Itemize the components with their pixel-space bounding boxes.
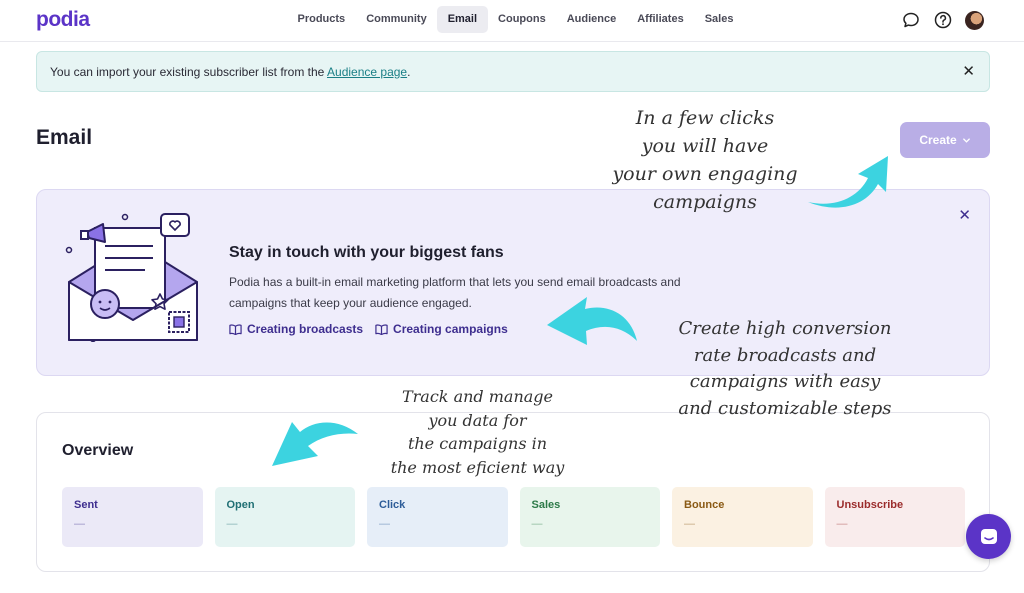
close-icon[interactable]: ✕ xyxy=(962,64,975,79)
banner-text: You can import your existing subscriber … xyxy=(50,65,410,79)
stat-open: Open — xyxy=(214,487,355,547)
nav-item-email[interactable]: Email xyxy=(437,6,488,33)
live-chat-button[interactable] xyxy=(966,514,1011,559)
stat-bounce: Bounce — xyxy=(672,487,813,547)
stat-value: — xyxy=(684,518,695,530)
user-avatar[interactable] xyxy=(965,10,984,30)
promo-title: Stay in touch with your biggest fans xyxy=(229,244,504,261)
stat-sales: Sales — xyxy=(519,487,660,547)
stat-value: — xyxy=(531,518,543,530)
import-banner: You can import your existing subscriber … xyxy=(36,51,990,92)
creating-broadcasts-link[interactable]: Creating broadcasts xyxy=(229,322,363,336)
stat-label: Bounce xyxy=(684,499,725,511)
arrow-to-links-icon xyxy=(547,297,637,345)
promo-links: Creating broadcasts Creating campaigns xyxy=(229,322,508,336)
stat-sent: Sent — xyxy=(62,487,203,547)
top-icons xyxy=(901,10,984,30)
overview-title: Overview xyxy=(62,442,134,459)
promo-description: Podia has a built-in email marketing pla… xyxy=(229,275,681,310)
stat-value: — xyxy=(74,518,85,530)
stat-label: Sales xyxy=(531,499,561,511)
stat-value: — xyxy=(379,518,390,530)
stat-label: Unsubscribe xyxy=(836,499,904,511)
annotation-line: Track and manage xyxy=(401,387,554,406)
annotation-line: your own engaging xyxy=(612,163,798,185)
creating-campaigns-link[interactable]: Creating campaigns xyxy=(375,322,508,336)
annotation-line: the campaigns in xyxy=(407,434,548,453)
create-button[interactable]: Create xyxy=(900,122,990,158)
audience-page-link[interactable]: Audience page xyxy=(327,65,407,79)
envelope-illustration xyxy=(65,212,205,348)
annotation-line: In a few clicks xyxy=(635,107,775,129)
annotation-line: campaigns xyxy=(653,191,757,213)
stat-label: Open xyxy=(226,499,255,511)
annotation-line: campaigns with easy xyxy=(689,371,881,392)
banner-suffix: . xyxy=(407,65,411,79)
creating-campaigns-label: Creating campaigns xyxy=(393,322,508,336)
create-button-label: Create xyxy=(919,133,957,147)
annotation-create: In a few clicks you will have your own e… xyxy=(600,104,810,216)
annotation-line: and customizable steps xyxy=(678,397,892,419)
help-icon[interactable] xyxy=(933,10,953,30)
chevron-down-icon xyxy=(962,137,970,143)
stat-unsubscribe: Unsubscribe — xyxy=(824,487,965,547)
stats-row: Sent — Open — Click — Sales — Bounce — U… xyxy=(62,487,965,547)
nav-item-community[interactable]: Community xyxy=(356,6,438,33)
chat-icon xyxy=(980,528,997,544)
annotation-line: the most eficient way xyxy=(390,457,565,477)
annotation-overview: Track and manage you data for the campai… xyxy=(370,385,585,479)
nav-item-coupons[interactable]: Coupons xyxy=(488,6,557,33)
top-navigation: podia Products Community Email Coupons A… xyxy=(0,0,1024,42)
creating-broadcasts-label: Creating broadcasts xyxy=(247,322,364,336)
chat-bubble-icon[interactable] xyxy=(901,10,921,30)
arrow-to-create-icon xyxy=(808,156,888,208)
stat-value: — xyxy=(226,518,238,530)
stat-label: Sent xyxy=(74,499,98,511)
arrow-to-overview-icon xyxy=(272,422,358,466)
nav-item-sales[interactable]: Sales xyxy=(694,6,744,33)
stat-value: — xyxy=(836,518,848,530)
annotation-line: rate broadcasts and xyxy=(693,344,877,366)
nav-item-products[interactable]: Products xyxy=(287,6,356,33)
main-nav: Products Community Email Coupons Audienc… xyxy=(287,6,744,33)
annotation-line: you will have xyxy=(641,135,769,157)
book-icon xyxy=(375,324,388,335)
annotation-line: Create high conversion xyxy=(678,318,892,339)
book-icon xyxy=(229,324,242,335)
stat-click: Click — xyxy=(367,487,508,547)
banner-message: You can import your existing subscriber … xyxy=(50,65,328,79)
annotation-broadcasts: Create high conversion rate broadcasts a… xyxy=(665,316,905,422)
podia-logo[interactable]: podia xyxy=(36,8,90,32)
nav-item-affiliates[interactable]: Affiliates xyxy=(627,6,694,33)
stat-label: Click xyxy=(379,499,406,511)
nav-item-audience[interactable]: Audience xyxy=(556,6,627,33)
annotation-line: you data for xyxy=(428,410,527,430)
close-icon[interactable]: ✕ xyxy=(958,208,971,223)
page-title: Email xyxy=(36,126,93,149)
